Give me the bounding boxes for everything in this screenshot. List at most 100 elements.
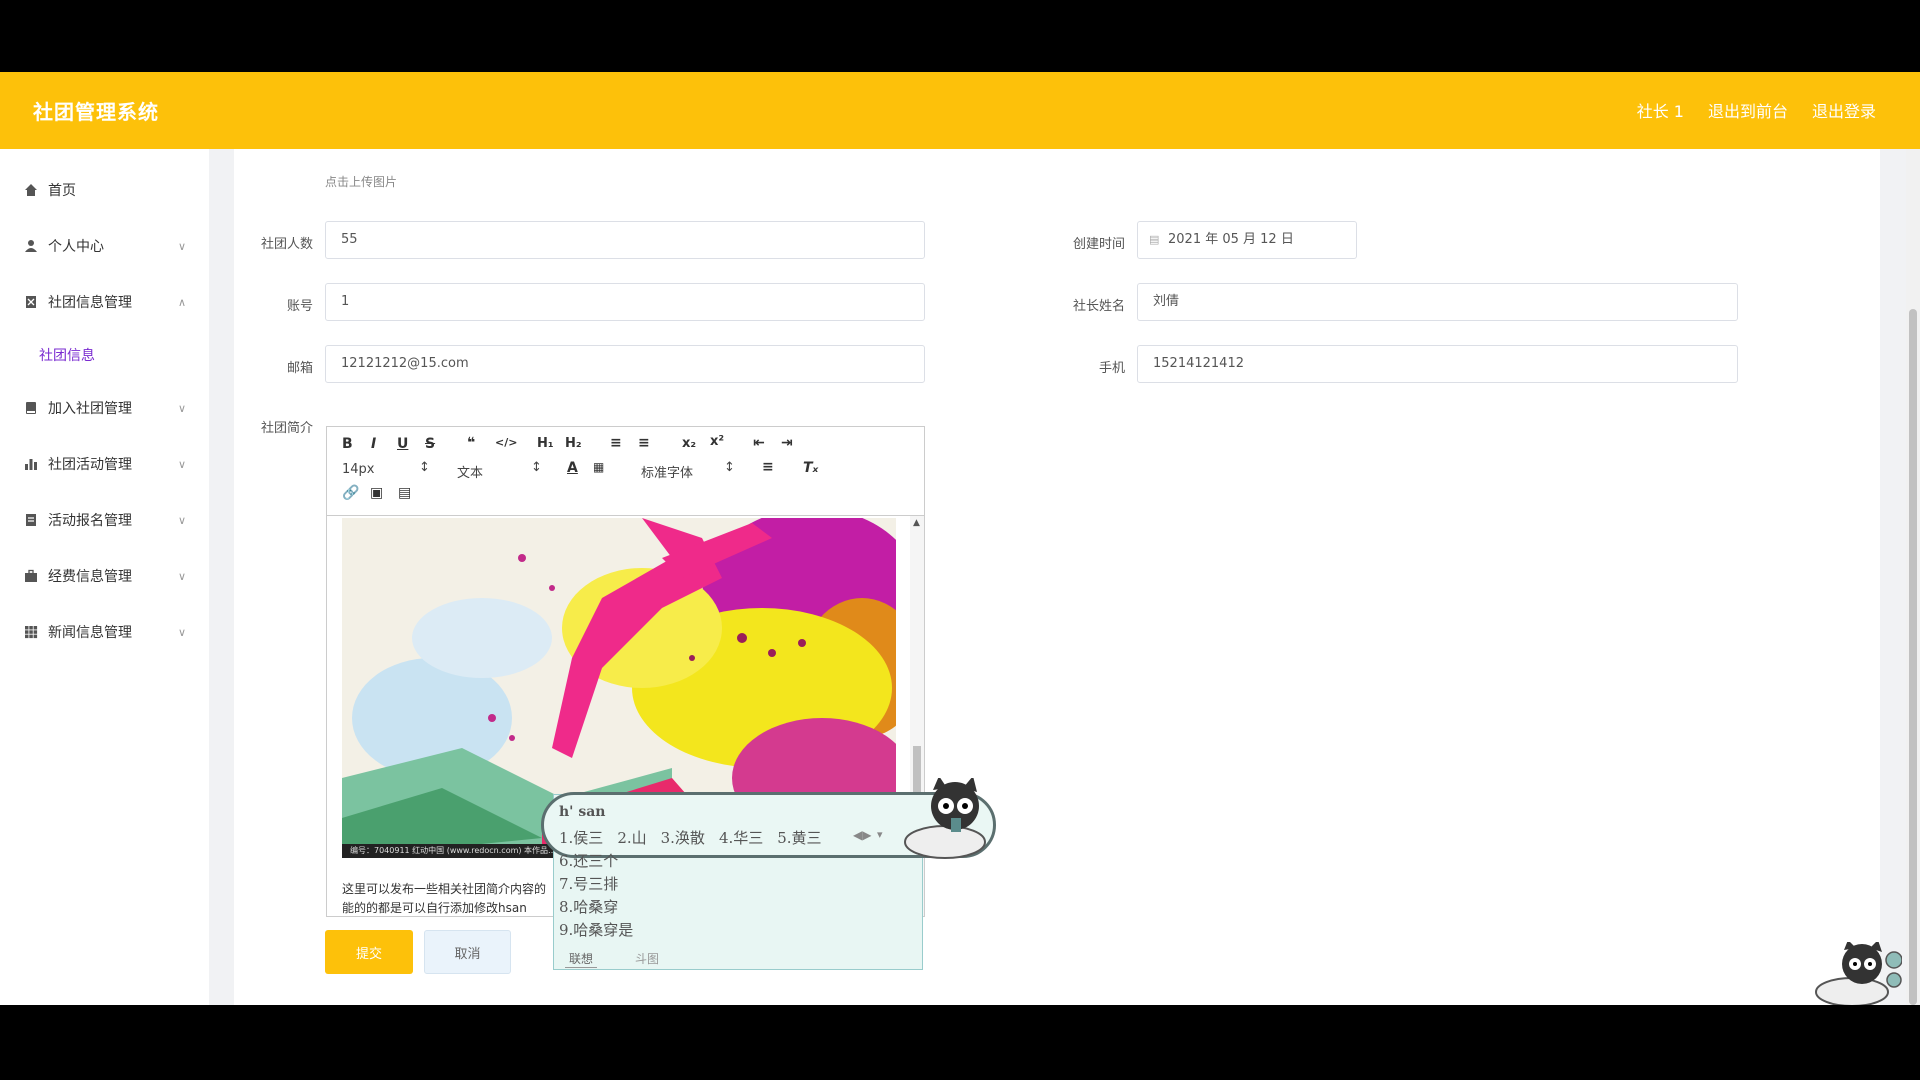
ime-candidate[interactable]: 7.号三排 (559, 873, 618, 894)
created-date-value: 2021 年 05 月 12 日 (1168, 232, 1294, 247)
paragraph-style-select[interactable]: 文本 (457, 462, 483, 481)
blockquote-icon[interactable]: ❝ (467, 435, 475, 451)
leader-label: 社长姓名 (1072, 299, 1125, 314)
phone-input[interactable]: 15214121412 (1137, 345, 1738, 383)
font-color-icon[interactable]: A (567, 460, 578, 476)
sidebar-item-label: 社团信息管理 (48, 295, 132, 311)
sidebar-item-news[interactable]: 新闻信息管理 ∨ (0, 612, 209, 652)
ime-candidates: 1.侯三 2.山 3.涣散 4.华三 5.黄三 (559, 827, 822, 848)
account-label: 账号 (286, 299, 313, 314)
sidebar-item-home[interactable]: 首页 (0, 170, 209, 210)
ordered-list-icon[interactable]: ≡ (610, 435, 622, 451)
chevron-down-icon: ∨ (178, 457, 187, 471)
background-color-icon[interactable]: ▦ (593, 460, 604, 474)
nav-user[interactable]: 社长 1 (1637, 98, 1684, 122)
bold-icon[interactable]: B (342, 436, 353, 452)
created-label: 创建时间 (1072, 237, 1125, 252)
heading1-icon[interactable]: H₁ (537, 436, 554, 451)
sidebar-item-join[interactable]: 加入社团管理 ∨ (0, 388, 209, 428)
strikethrough-icon[interactable]: S (425, 436, 435, 452)
sidebar-item-label: 加入社团管理 (48, 401, 132, 417)
sidebar-item-label: 新闻信息管理 (48, 625, 132, 641)
scroll-up-icon[interactable]: ▲ (913, 518, 920, 528)
nav-logout[interactable]: 退出登录 (1812, 98, 1876, 122)
video-icon[interactable]: ▤ (398, 485, 411, 501)
bullet-list-icon[interactable]: ≡ (638, 435, 650, 451)
editor-toolbar: B I U S ❝ </> H₁ H₂ ≡ ≡ x₂ x² ⇤ ⇥ 14px ↕… (327, 427, 924, 516)
sidebar-item-funds[interactable]: 经费信息管理 ∨ (0, 556, 209, 596)
font-size-select[interactable]: 14px (342, 462, 375, 477)
ime-candidate[interactable]: 5.黄三 (777, 827, 821, 848)
sidebar-item-profile[interactable]: 个人中心 ∨ (0, 226, 209, 266)
image-icon[interactable]: ▣ (370, 485, 383, 501)
email-label: 邮箱 (286, 361, 313, 376)
font-family-arrow-icon: ↕ (724, 460, 735, 475)
ime-candidate-window: h' san 1.侯三 2.山 3.涣散 4.华三 5.黄三 ◀▶ ▾ 6.还三… (541, 776, 996, 970)
submit-button[interactable]: 提交 (325, 930, 413, 974)
link-icon[interactable]: 🔗 (342, 485, 359, 501)
mascot-icon (1812, 940, 1903, 1005)
document-icon (24, 513, 38, 527)
chevron-down-icon: ∨ (178, 513, 187, 527)
upload-hint[interactable]: 点击上传图片 (325, 173, 397, 190)
editor-text: 这里可以发布一些相关社团简介内容的 能的的都是可以自行添加修改hsan (342, 880, 546, 916)
calendar-icon: ▤ (1149, 233, 1160, 246)
paragraph-style-arrow-icon: ↕ (531, 460, 542, 475)
ime-candidate[interactable]: 9.哈桑穿是 (559, 919, 633, 940)
code-icon[interactable]: </> (495, 436, 517, 449)
heading2-icon[interactable]: H₂ (565, 436, 582, 451)
page-scrollbar[interactable] (1906, 149, 1920, 1005)
sidebar-item-club-info[interactable]: 社团信息管理 ∧ (0, 282, 209, 322)
ime-candidate[interactable]: 4.华三 (719, 827, 763, 848)
scroll-thumb[interactable] (1909, 309, 1917, 1005)
briefcase-icon (24, 569, 38, 583)
account-input[interactable]: 1 (325, 283, 925, 321)
chevron-down-icon: ∨ (178, 625, 187, 639)
ime-expand-icon[interactable]: ▾ (877, 828, 883, 841)
sidebar-item-label: 社团活动管理 (48, 457, 132, 473)
ime-candidate[interactable]: 2.山 (617, 827, 646, 848)
editor-text-line: 能的的都是可以自行添加修改hsan (342, 901, 527, 915)
grid-icon (24, 625, 38, 639)
ime-page-arrows-icon[interactable]: ◀▶ (853, 828, 871, 842)
italic-icon[interactable]: I (371, 436, 376, 452)
top-nav: 社长 1 退出到前台 退出登录 (1637, 98, 1876, 122)
ime-tab-association[interactable]: 联想 (565, 950, 598, 968)
app-title: 社团管理系统 (33, 100, 159, 124)
sidebar-subitem-club-info[interactable]: 社团信息 (39, 345, 95, 365)
ime-candidate[interactable]: 8.哈桑穿 (559, 896, 618, 917)
members-input[interactable]: 55 (325, 221, 925, 259)
intro-label: 社团简介 (260, 421, 313, 436)
ime-tabs: 联想 斗图 (565, 950, 659, 968)
clear-format-icon[interactable]: Tₓ (803, 460, 818, 476)
nav-back-front[interactable]: 退出到前台 (1708, 98, 1788, 122)
chevron-down-icon: ∨ (178, 569, 187, 583)
email-input[interactable]: 12121212@15.com (325, 345, 925, 383)
ime-tab-sticker[interactable]: 斗图 (635, 950, 659, 968)
home-icon (24, 183, 38, 197)
ime-candidate[interactable]: 1.侯三 (559, 827, 603, 848)
underline-icon[interactable]: U (397, 436, 408, 452)
editor-text-line: 这里可以发布一些相关社团简介内容的 (342, 882, 547, 896)
sidebar-item-activity[interactable]: 社团活动管理 ∨ (0, 444, 209, 484)
top-bar: 社团管理系统 社长 1 退出到前台 退出登录 (0, 72, 1920, 149)
leader-input[interactable]: 刘倩 (1137, 283, 1738, 321)
superscript-icon[interactable]: x² (710, 434, 724, 449)
phone-label: 手机 (1098, 361, 1125, 376)
sidebar: 首页 个人中心 ∨ 社团信息管理 ∧ 社团信息 加入社团管理 ∨ 社团活动管理 … (0, 149, 209, 1005)
font-family-select[interactable]: 标准字体 (641, 462, 693, 481)
sidebar-item-label: 活动报名管理 (48, 513, 132, 529)
ime-candidate[interactable]: 6.还三个 (559, 850, 618, 871)
align-icon[interactable]: ≡ (762, 459, 774, 475)
sidebar-item-signup[interactable]: 活动报名管理 ∨ (0, 500, 209, 540)
members-label: 社团人数 (260, 237, 313, 252)
ime-input-text: h' san (559, 804, 606, 820)
sidebar-item-label: 经费信息管理 (48, 569, 132, 585)
app-window: 社团管理系统 社长 1 退出到前台 退出登录 首页 个人中心 ∨ 社团信息管理 … (0, 72, 1920, 1005)
ime-candidate[interactable]: 3.涣散 (661, 827, 705, 848)
cancel-button[interactable]: 取消 (424, 930, 511, 974)
subscript-icon[interactable]: x₂ (682, 436, 696, 451)
indent-icon[interactable]: ⇥ (781, 435, 793, 451)
outdent-icon[interactable]: ⇤ (753, 435, 765, 451)
created-date-input[interactable]: ▤ 2021 年 05 月 12 日 (1137, 221, 1357, 259)
